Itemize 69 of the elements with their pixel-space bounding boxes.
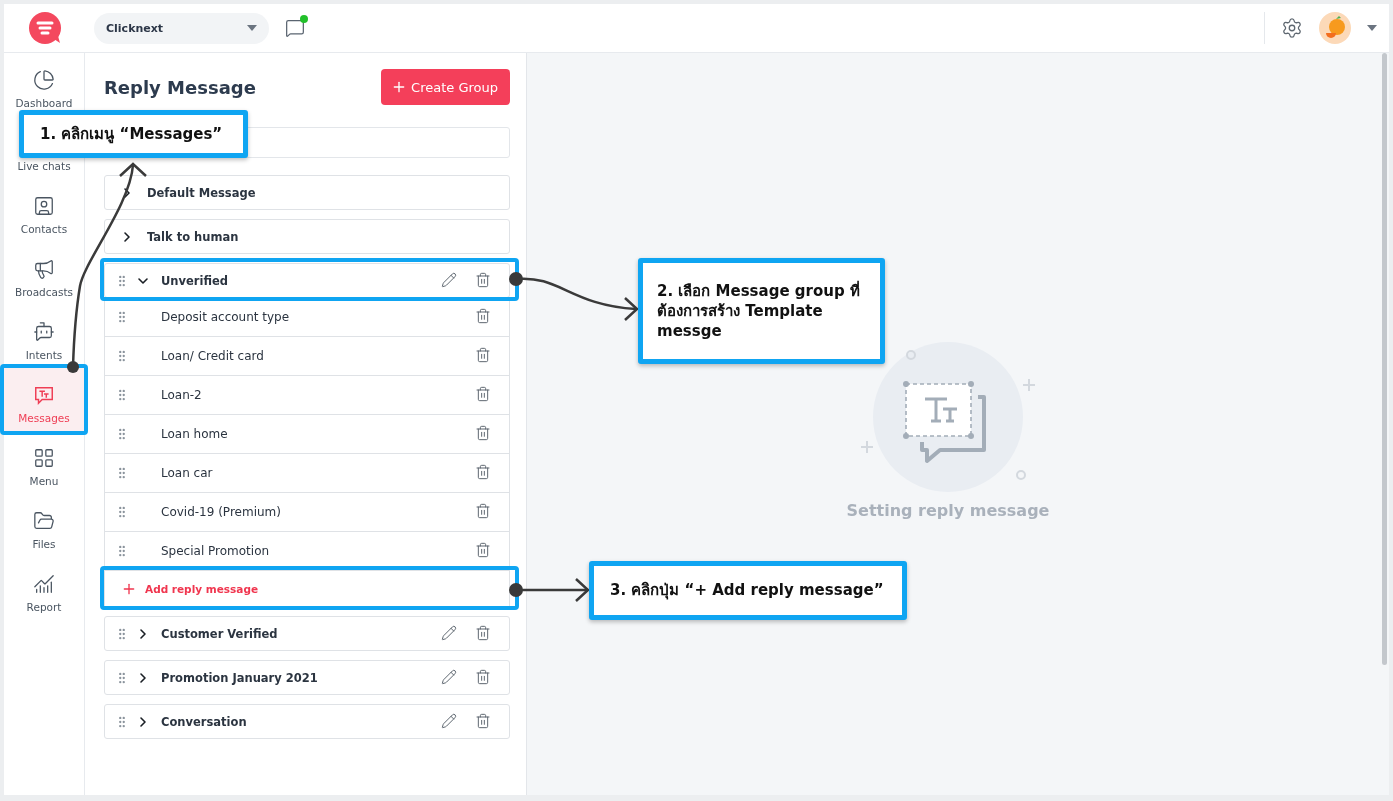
group-row[interactable]: Default Message xyxy=(104,175,510,210)
panel-title: Reply Message xyxy=(104,76,256,98)
callout-text: 2. เลือก Message group ที่ต้องการสร้าง Template messge xyxy=(657,280,861,342)
delete-icon[interactable] xyxy=(475,542,491,558)
callout-text: 3. คลิกปุ่ม “+ Add reply message” xyxy=(610,580,884,601)
delete-icon[interactable] xyxy=(475,347,491,363)
group-name: Talk to human xyxy=(147,229,240,244)
delete-icon[interactable] xyxy=(475,271,491,288)
delete-icon[interactable] xyxy=(475,712,491,729)
message-row[interactable]: Covid-19 (Premium) xyxy=(104,492,510,532)
sidebar-item[interactable]: Contacts xyxy=(4,179,84,242)
sidebar-item[interactable]: Report xyxy=(4,557,84,620)
sidebar-icon xyxy=(33,195,55,217)
sidebar-item[interactable]: Dashboard xyxy=(4,53,84,116)
delete-icon[interactable] xyxy=(475,308,491,324)
sidebar-item[interactable]: Files xyxy=(4,494,84,557)
logo-icon xyxy=(28,11,62,45)
delete-icon[interactable] xyxy=(475,503,491,519)
edit-icon[interactable] xyxy=(441,712,457,729)
message-name: Loan home xyxy=(161,427,229,441)
add-reply-button[interactable]: Add reply message xyxy=(104,570,510,607)
delete-icon[interactable] xyxy=(475,624,491,641)
caret-icon xyxy=(247,25,257,31)
avatar[interactable] xyxy=(1319,12,1351,44)
group-name: Promotion January 2021 xyxy=(161,670,319,685)
delete-icon[interactable] xyxy=(475,464,491,480)
message-name: Loan-2 xyxy=(161,388,203,402)
sidebar-icon xyxy=(33,573,55,595)
callout-text: 1. คลิกเมนู “Messages” xyxy=(40,123,223,145)
sidebar-icon xyxy=(33,69,55,91)
sidebar-icon xyxy=(33,510,55,532)
group-row[interactable]: Promotion January 2021 xyxy=(104,660,510,695)
delete-icon[interactable] xyxy=(475,425,491,441)
group-row[interactable]: Conversation xyxy=(104,704,510,739)
delete-icon[interactable] xyxy=(475,668,491,685)
message-name: Loan/ Credit card xyxy=(161,349,265,363)
message-name: Deposit account type xyxy=(161,310,291,324)
group-name: Default Message xyxy=(147,185,257,200)
create-group-button[interactable]: Create Group xyxy=(381,69,510,105)
edit-icon[interactable] xyxy=(441,624,457,641)
sidebar-item[interactable]: Intents xyxy=(4,305,84,368)
empty-state-text: Setting reply message xyxy=(846,500,1050,520)
scrollbar[interactable] xyxy=(1382,53,1387,665)
group-row[interactable]: Unverified xyxy=(104,263,510,298)
delete-icon[interactable] xyxy=(475,386,491,402)
group-row[interactable]: Talk to human xyxy=(104,219,510,254)
chat-icon[interactable] xyxy=(285,18,305,38)
group-name: Customer Verified xyxy=(161,626,279,641)
edit-icon[interactable] xyxy=(441,271,457,288)
sidebar-item[interactable]: Broadcasts xyxy=(4,242,84,305)
sidebar-icon xyxy=(33,447,55,469)
group-row[interactable]: Customer Verified xyxy=(104,616,510,651)
sidebar-icon xyxy=(33,258,55,280)
message-row[interactable]: Loan-2 xyxy=(104,375,510,415)
group-name: Unverified xyxy=(161,273,229,288)
message-name: Special Promotion xyxy=(161,544,271,558)
settings-icon[interactable] xyxy=(1281,17,1303,39)
sidebar-icon xyxy=(33,321,55,343)
edit-icon[interactable] xyxy=(441,668,457,685)
message-name: Covid-19 (Premium) xyxy=(161,505,282,519)
workspace-select[interactable]: Clicknext xyxy=(94,12,269,44)
message-text-icon xyxy=(33,384,55,406)
message-row[interactable]: Loan/ Credit card xyxy=(104,336,510,376)
caret-icon[interactable] xyxy=(1367,25,1377,31)
group-name: Conversation xyxy=(161,714,248,729)
message-row[interactable]: Loan home xyxy=(104,414,510,454)
sidebar-item[interactable]: Menu xyxy=(4,431,84,494)
message-name: Loan car xyxy=(161,466,214,480)
message-row[interactable]: Loan car xyxy=(104,453,510,493)
